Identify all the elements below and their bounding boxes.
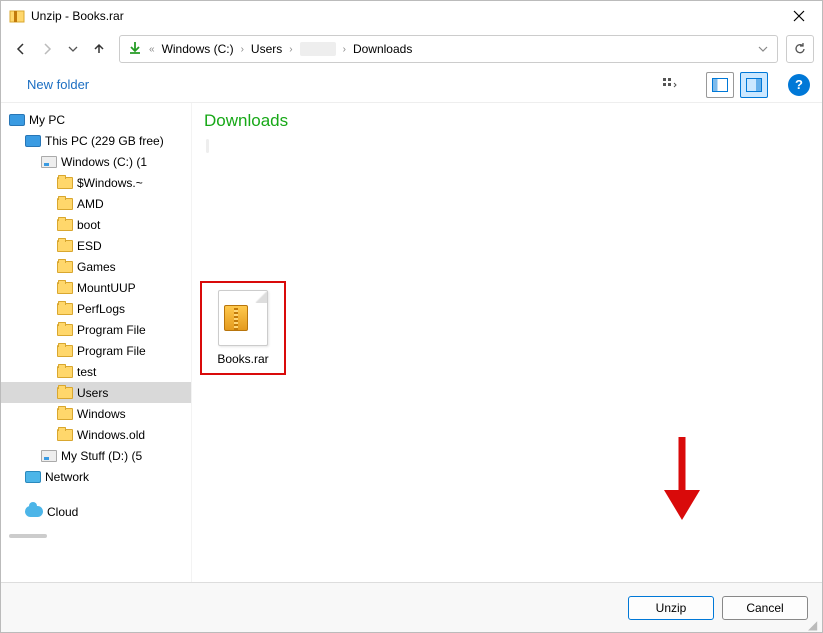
tree-folder[interactable]: AMD — [1, 193, 191, 214]
horizontal-scrollbar[interactable] — [9, 534, 47, 538]
tree-label: Windows — [77, 407, 126, 421]
forward-button[interactable] — [35, 37, 59, 61]
file-name: Books.rar — [217, 352, 268, 366]
tree-folder[interactable]: ESD — [1, 235, 191, 256]
footer: Unzip Cancel — [1, 582, 822, 632]
content-pane[interactable]: Downloads Books.rar — [191, 103, 822, 582]
drive-icon — [41, 450, 57, 462]
unzip-button[interactable]: Unzip — [628, 596, 714, 620]
network-icon — [25, 471, 41, 483]
view-options-button[interactable] — [656, 72, 684, 98]
tree-label: Windows (C:) (1 — [61, 155, 147, 169]
titlebar: Unzip - Books.rar — [1, 1, 822, 31]
tree-label: test — [77, 365, 96, 379]
archive-file-icon — [218, 290, 268, 346]
folder-icon — [57, 261, 73, 273]
back-button[interactable] — [9, 37, 33, 61]
address-bar[interactable]: « Windows (C:) › Users › › Downloads — [119, 35, 778, 63]
toolbar: New folder ? — [1, 67, 822, 103]
new-folder-button[interactable]: New folder — [13, 73, 103, 96]
tree-folder[interactable]: test — [1, 361, 191, 382]
tree-label: Program File — [77, 344, 146, 358]
help-button[interactable]: ? — [788, 74, 810, 96]
tree-label: This PC (229 GB free) — [45, 134, 164, 148]
tree-cloud[interactable]: Cloud — [1, 501, 191, 522]
pc-icon — [9, 114, 25, 126]
folder-icon — [57, 219, 73, 231]
tree-label: My PC — [29, 113, 65, 127]
address-segment-blurred[interactable] — [296, 38, 340, 60]
tree-label: Games — [77, 260, 116, 274]
download-icon — [128, 41, 142, 58]
chevron-icon: « — [146, 44, 158, 55]
tree-folder[interactable]: MountUUP — [1, 277, 191, 298]
tree-folder[interactable]: PerfLogs — [1, 298, 191, 319]
tree-label: AMD — [77, 197, 104, 211]
folder-icon — [57, 282, 73, 294]
annotation-arrow — [652, 432, 712, 532]
tree-label: MountUUP — [77, 281, 136, 295]
location-heading: Downloads — [204, 111, 812, 131]
tree-label: Users — [77, 386, 108, 400]
chevron-right-icon: › — [238, 44, 247, 55]
folder-icon — [57, 303, 73, 315]
tree-my-pc[interactable]: My PC — [1, 109, 191, 130]
tree-label: ESD — [77, 239, 102, 253]
tree-label: boot — [77, 218, 100, 232]
tree-label: My Stuff (D:) (5 — [61, 449, 142, 463]
folder-icon — [57, 345, 73, 357]
tree-label: Cloud — [47, 505, 78, 519]
address-icon[interactable] — [124, 38, 146, 60]
folder-icon — [57, 177, 73, 189]
address-segment[interactable]: Users — [247, 38, 286, 60]
folder-icon — [57, 324, 73, 336]
address-segment[interactable]: Windows (C:) — [158, 38, 238, 60]
address-dropdown-icon[interactable] — [753, 38, 773, 60]
dialog-window: Unzip - Books.rar « Windows (C:) › Users… — [0, 0, 823, 633]
address-segment[interactable]: Downloads — [349, 38, 416, 60]
tree-folder[interactable]: Games — [1, 256, 191, 277]
folder-icon — [57, 387, 73, 399]
tree-label: PerfLogs — [77, 302, 125, 316]
tree-drive-d[interactable]: My Stuff (D:) (5 — [1, 445, 191, 466]
folder-icon — [57, 240, 73, 252]
refresh-button[interactable] — [786, 35, 814, 63]
preview-pane-button[interactable] — [706, 72, 734, 98]
chevron-right-icon: › — [340, 44, 349, 55]
file-tile-books[interactable]: Books.rar — [200, 281, 286, 375]
monitor-icon — [25, 135, 41, 147]
sidebar: My PC This PC (229 GB free) Windows (C:)… — [1, 103, 191, 582]
tree-label: Windows.old — [77, 428, 145, 442]
user-folder-blurred — [206, 139, 812, 153]
app-icon — [9, 8, 25, 24]
tree-folder[interactable]: Windows — [1, 403, 191, 424]
cloud-icon — [25, 506, 43, 517]
tree-network[interactable]: Network — [1, 466, 191, 487]
tree-label: Network — [45, 470, 89, 484]
folder-icon — [57, 408, 73, 420]
folder-icon — [57, 198, 73, 210]
tree-drive-c[interactable]: Windows (C:) (1 — [1, 151, 191, 172]
tree-label: $Windows.~ — [77, 176, 143, 190]
details-pane-button[interactable] — [740, 72, 768, 98]
body-area: My PC This PC (229 GB free) Windows (C:)… — [1, 103, 822, 582]
tree-label: Program File — [77, 323, 146, 337]
up-button[interactable] — [87, 37, 111, 61]
cancel-button[interactable]: Cancel — [722, 596, 808, 620]
nav-bar: « Windows (C:) › Users › › Downloads — [1, 31, 822, 67]
chevron-right-icon: › — [286, 44, 295, 55]
folder-icon — [57, 366, 73, 378]
folder-icon — [57, 429, 73, 441]
tree-this-pc[interactable]: This PC (229 GB free) — [1, 130, 191, 151]
close-button[interactable] — [776, 1, 822, 31]
tree-folder[interactable]: Windows.old — [1, 424, 191, 445]
recent-dropdown[interactable] — [61, 37, 85, 61]
drive-icon — [41, 156, 57, 168]
window-title: Unzip - Books.rar — [31, 9, 776, 23]
tree-folder[interactable]: boot — [1, 214, 191, 235]
tree-folder[interactable]: Program File — [1, 319, 191, 340]
tree-folder[interactable]: $Windows.~ — [1, 172, 191, 193]
tree-folder[interactable]: Users — [1, 382, 191, 403]
tree-folder[interactable]: Program File — [1, 340, 191, 361]
